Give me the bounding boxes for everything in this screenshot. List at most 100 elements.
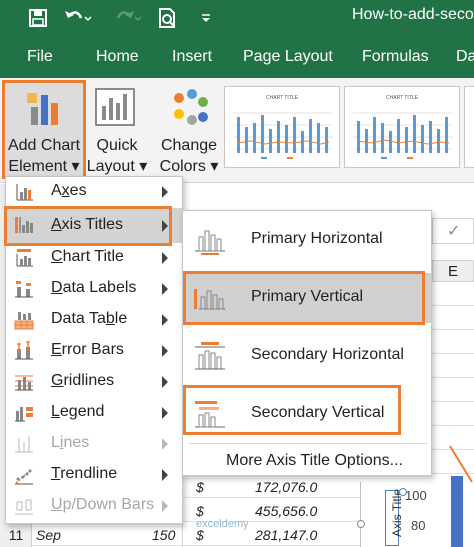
- cell-value-2[interactable]: 455,656.0: [255, 500, 317, 522]
- menu-item-trendline[interactable]: Trendline: [6, 460, 182, 491]
- legend-mnemonic: L: [51, 403, 60, 420]
- primary-vertical-highlight-border: [183, 271, 425, 325]
- menu-item-data-table-label: Data Table: [51, 310, 128, 327]
- more-axis-title-options-link[interactable]: More Axis Title Options...: [226, 452, 403, 470]
- chart-style-preview-1: [233, 112, 333, 159]
- submenu-arrow-icon: [162, 345, 168, 357]
- axis-tick-80: 80: [411, 518, 426, 533]
- lines-icon: [15, 436, 33, 453]
- change-colors-icon: [174, 89, 208, 125]
- change-colors-button[interactable]: Change Colors ▾: [156, 80, 222, 179]
- add-chart-element-label-1: Add Chart: [7, 137, 81, 154]
- submenu-arrow-icon: [162, 469, 168, 481]
- menu-item-trendline-label: Trendline: [51, 465, 118, 482]
- error-bars-icon: [15, 341, 33, 360]
- ribbon-body: Add Chart Element ▾ Quick Layout ▾ Chang…: [0, 78, 474, 198]
- trendline-mnemonic: T: [51, 465, 61, 482]
- axis-titles-highlight-border: [4, 206, 172, 246]
- submenu-item-primary-horizontal[interactable]: Primary Horizontal: [183, 215, 431, 265]
- lines-mnemonic: i: [59, 434, 64, 451]
- chart-style-thumbnail-1[interactable]: CHART TITLE: [224, 86, 340, 168]
- quick-layout-button[interactable]: Quick Layout ▾: [86, 80, 148, 179]
- chart-line-segment: [448, 444, 474, 484]
- menu-item-chart-title-label: Chart Title: [51, 248, 124, 265]
- submenu-item-secondary-horizontal-label: Secondary Horizontal: [251, 346, 404, 363]
- axis-title-text: Axis Title: [390, 488, 405, 538]
- axis-titles-submenu: Primary Horizontal Primary Vertical Seco…: [182, 210, 432, 476]
- cell-value-1[interactable]: 172,076.0: [255, 476, 317, 498]
- save-icon[interactable]: [26, 6, 50, 30]
- menu-item-legend-label: Legend: [51, 403, 105, 420]
- submenu-arrow-icon: [162, 407, 168, 419]
- menu-item-gridlines-label: Gridlines: [51, 372, 115, 389]
- secondary-vertical-highlight-border: [183, 385, 401, 435]
- menu-item-lines: Lines: [6, 429, 182, 460]
- menu-item-gridlines[interactable]: Gridlines: [6, 367, 182, 398]
- tab-insert[interactable]: Insert: [172, 48, 212, 66]
- chart-style-thumbnail-2[interactable]: CHART TITLE: [344, 86, 460, 168]
- error-bars-mnemonic: E: [51, 341, 62, 358]
- submenu-arrow-icon: [162, 252, 168, 264]
- chart-style-preview-2: [353, 112, 453, 159]
- add-chart-element-menu: Axes Axis Titles Chart Title Data Labels…: [4, 176, 183, 524]
- axes-icon: [16, 184, 33, 201]
- submenu-item-secondary-horizontal[interactable]: Secondary Horizontal: [183, 331, 431, 381]
- cell-value-3[interactable]: 281,147.0: [255, 524, 317, 546]
- tab-home[interactable]: Home: [96, 48, 139, 66]
- axes-mnemonic: x: [61, 182, 70, 199]
- cell-qty[interactable]: 150: [152, 524, 175, 546]
- row-number-11[interactable]: 11: [0, 523, 32, 547]
- menu-item-axes[interactable]: Axes: [6, 177, 182, 208]
- add-chart-element-label-2: Element ▾: [8, 158, 80, 175]
- data-table-icon: [14, 312, 34, 330]
- chart-resize-handle[interactable]: [357, 520, 365, 528]
- enter-checkmark-icon[interactable]: ✓: [447, 221, 460, 241]
- quick-layout-label-1: Quick: [96, 137, 138, 154]
- trendline-icon: [15, 468, 33, 485]
- customize-toolbar-icon[interactable]: [196, 6, 216, 30]
- chart-title-icon: [16, 249, 33, 267]
- data-table-mnemonic: b: [105, 310, 115, 327]
- undo-icon[interactable]: [62, 6, 92, 30]
- add-chart-element-button[interactable]: Add Chart Element ▾: [2, 80, 86, 179]
- change-colors-label-2: Colors ▾: [159, 158, 219, 175]
- menu-item-up-down-bars: Up/Down Bars: [6, 491, 182, 522]
- thumbnail-title-2: CHART TITLE: [386, 95, 418, 101]
- cell-currency-1[interactable]: $: [196, 476, 204, 498]
- column-header-e[interactable]: E: [432, 260, 474, 282]
- submenu-item-primary-horizontal-label: Primary Horizontal: [251, 230, 383, 247]
- tab-page-layout[interactable]: Page Layout: [243, 48, 333, 66]
- up-down-bars-icon: [15, 499, 33, 515]
- gridlines-mnemonic: G: [51, 372, 64, 389]
- tab-file[interactable]: File: [27, 48, 53, 66]
- menu-item-chart-title[interactable]: Chart Title: [6, 243, 182, 274]
- up-down-bars-mnemonic: U: [51, 496, 63, 513]
- chart-style-thumbnail-3[interactable]: [464, 86, 474, 168]
- print-preview-icon[interactable]: [156, 6, 180, 30]
- submenu-arrow-icon: [162, 500, 168, 512]
- menu-item-data-labels[interactable]: Data Labels: [6, 274, 182, 305]
- document-title: How-to-add-seco: [352, 6, 474, 23]
- tab-formulas[interactable]: Formulas: [362, 48, 429, 66]
- cell-month[interactable]: Sep: [36, 524, 61, 546]
- legend-icon: [15, 407, 33, 422]
- primary-horizontal-icon: [195, 230, 225, 255]
- submenu-arrow-icon: [162, 438, 168, 450]
- chart-bar: [451, 476, 463, 547]
- thumbnail-title-1: CHART TITLE: [266, 95, 298, 101]
- add-chart-element-icon: [27, 93, 58, 125]
- quick-layout-label-2: Layout ▾: [86, 158, 148, 175]
- menu-item-error-bars[interactable]: Error Bars: [6, 336, 182, 367]
- tab-data[interactable]: Da: [456, 48, 474, 66]
- menu-item-data-table[interactable]: Data Table: [6, 305, 182, 336]
- menu-item-error-bars-label: Error Bars: [51, 341, 124, 358]
- menu-item-data-labels-label: Data Labels: [51, 279, 137, 296]
- submenu-arrow-icon: [162, 186, 168, 198]
- ribbon-tabs: File Home Insert Page Layout Formulas Da: [0, 36, 474, 78]
- redo-icon: [112, 6, 142, 30]
- embedded-chart[interactable]: Axis Title 100 80: [357, 476, 474, 547]
- menu-item-axes-label: Axes: [51, 182, 87, 199]
- menu-item-legend[interactable]: Legend: [6, 398, 182, 429]
- formula-bar-area: ✓: [432, 218, 474, 244]
- menu-item-lines-label: Lines: [51, 434, 90, 451]
